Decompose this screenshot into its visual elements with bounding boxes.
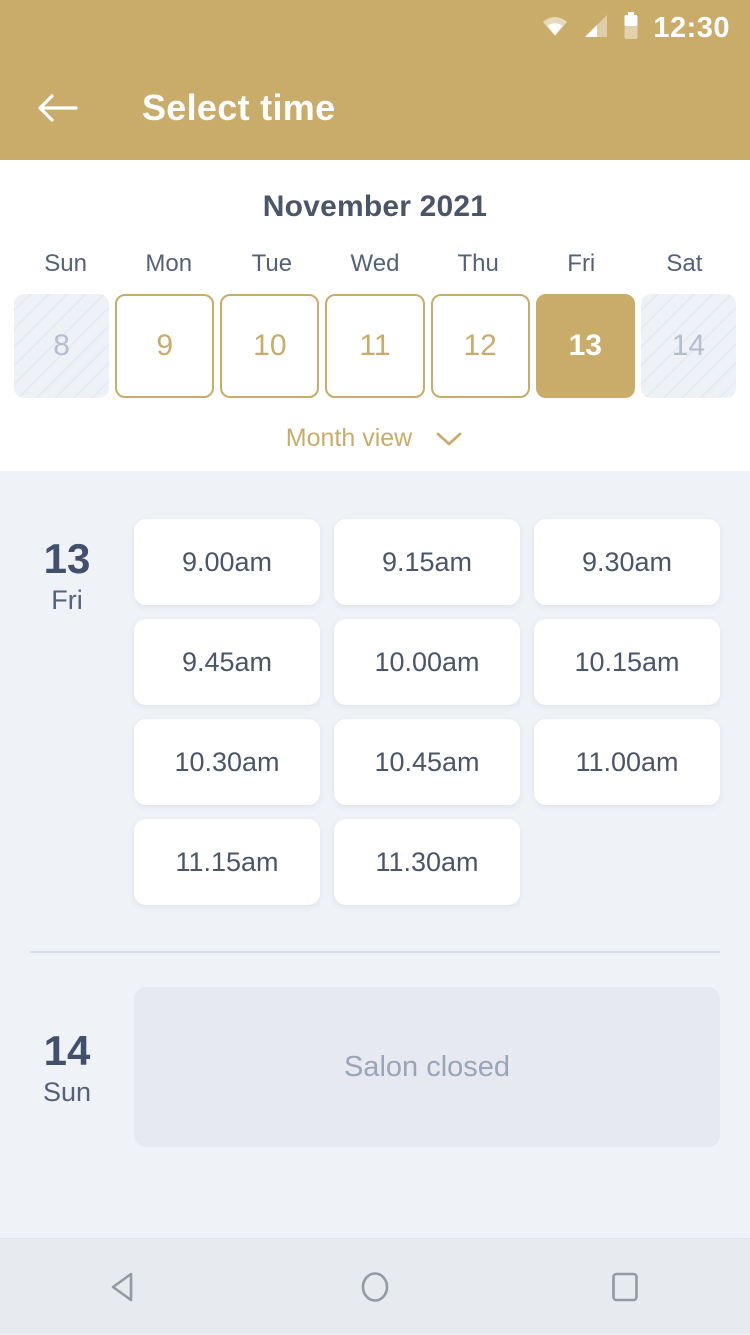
signal-icon [583,14,609,43]
weekday-mon: Mon [145,250,193,277]
time-slot[interactable]: 11.00am [534,719,720,805]
back-arrow-icon [38,94,78,122]
day-label-14: 14 Sun [0,987,134,1147]
weekday-tue: Tue [251,250,293,277]
date-cell-9[interactable]: 9 [115,294,215,398]
android-nav-bar [0,1238,750,1334]
time-slot[interactable]: 11.15am [134,819,320,905]
calendar-date-row: 8 9 10 11 12 13 14 [0,294,750,398]
nav-recents-button[interactable] [570,1239,680,1335]
time-slot[interactable]: 10.15am [534,619,720,705]
time-slot[interactable]: 9.15am [334,519,520,605]
day-number: 14 [43,1027,91,1074]
nav-back-button[interactable] [70,1239,180,1335]
section-divider [30,951,720,953]
back-button[interactable] [32,82,84,134]
status-bar-clock: 12:30 [653,11,730,44]
calendar-weekday-row: Sun Mon Tue Wed Thu Fri Sat [0,250,750,278]
day-weekday: Fri [51,585,83,616]
wifi-icon [541,15,569,42]
day-label-13: 13 Fri [0,495,134,905]
time-slot[interactable]: 11.30am [334,819,520,905]
status-bar: 12:30 [0,0,750,56]
month-view-toggle[interactable]: Month view [0,424,750,453]
salon-closed-card: Salon closed [134,987,720,1147]
back-triangle-icon [111,1272,133,1301]
home-circle-icon [361,1271,389,1302]
time-slot[interactable]: 10.45am [334,719,520,805]
time-slot[interactable]: 10.00am [334,619,520,705]
calendar-panel: November 2021 Sun Mon Tue Wed Thu Fri Sa… [0,160,750,471]
nav-home-button[interactable] [320,1239,430,1335]
battery-icon [623,11,639,45]
weekday-thu: Thu [457,250,499,277]
weekday-sun: Sun [44,250,87,277]
date-cell-8: 8 [14,294,110,398]
time-slot[interactable]: 9.30am [534,519,720,605]
chevron-down-icon [436,432,462,445]
day-weekday: Sun [42,1077,92,1108]
date-cell-13[interactable]: 13 [535,294,635,398]
weekday-wed: Wed [350,250,400,277]
time-slot[interactable]: 9.45am [134,619,320,705]
schedule-area: 13 Fri 9.00am 9.15am 9.30am 9.45am 10.00… [0,471,750,1147]
weekday-sat: Sat [666,250,703,277]
date-cell-12[interactable]: 12 [430,294,530,398]
day-number: 13 [43,535,91,582]
weekday-fri: Fri [567,250,596,277]
date-cell-14: 14 [640,294,736,398]
app-bar: Select time [0,56,750,160]
recents-square-icon [612,1272,638,1301]
calendar-month-label: November 2021 [262,190,488,223]
day-group-13: 13 Fri 9.00am 9.15am 9.30am 9.45am 10.00… [0,495,750,905]
time-slot[interactable]: 10.30am [134,719,320,805]
date-cell-10[interactable]: 10 [220,294,320,398]
day-group-14: 14 Sun Salon closed [0,987,750,1147]
month-view-label: Month view [285,424,413,452]
page-title: Select time [142,87,336,128]
time-slot[interactable]: 9.00am [134,519,320,605]
status-bar-icons [541,11,639,45]
time-slot-grid: 9.00am 9.15am 9.30am 9.45am 10.00am 10.1… [134,495,720,905]
date-cell-11[interactable]: 11 [325,294,425,398]
